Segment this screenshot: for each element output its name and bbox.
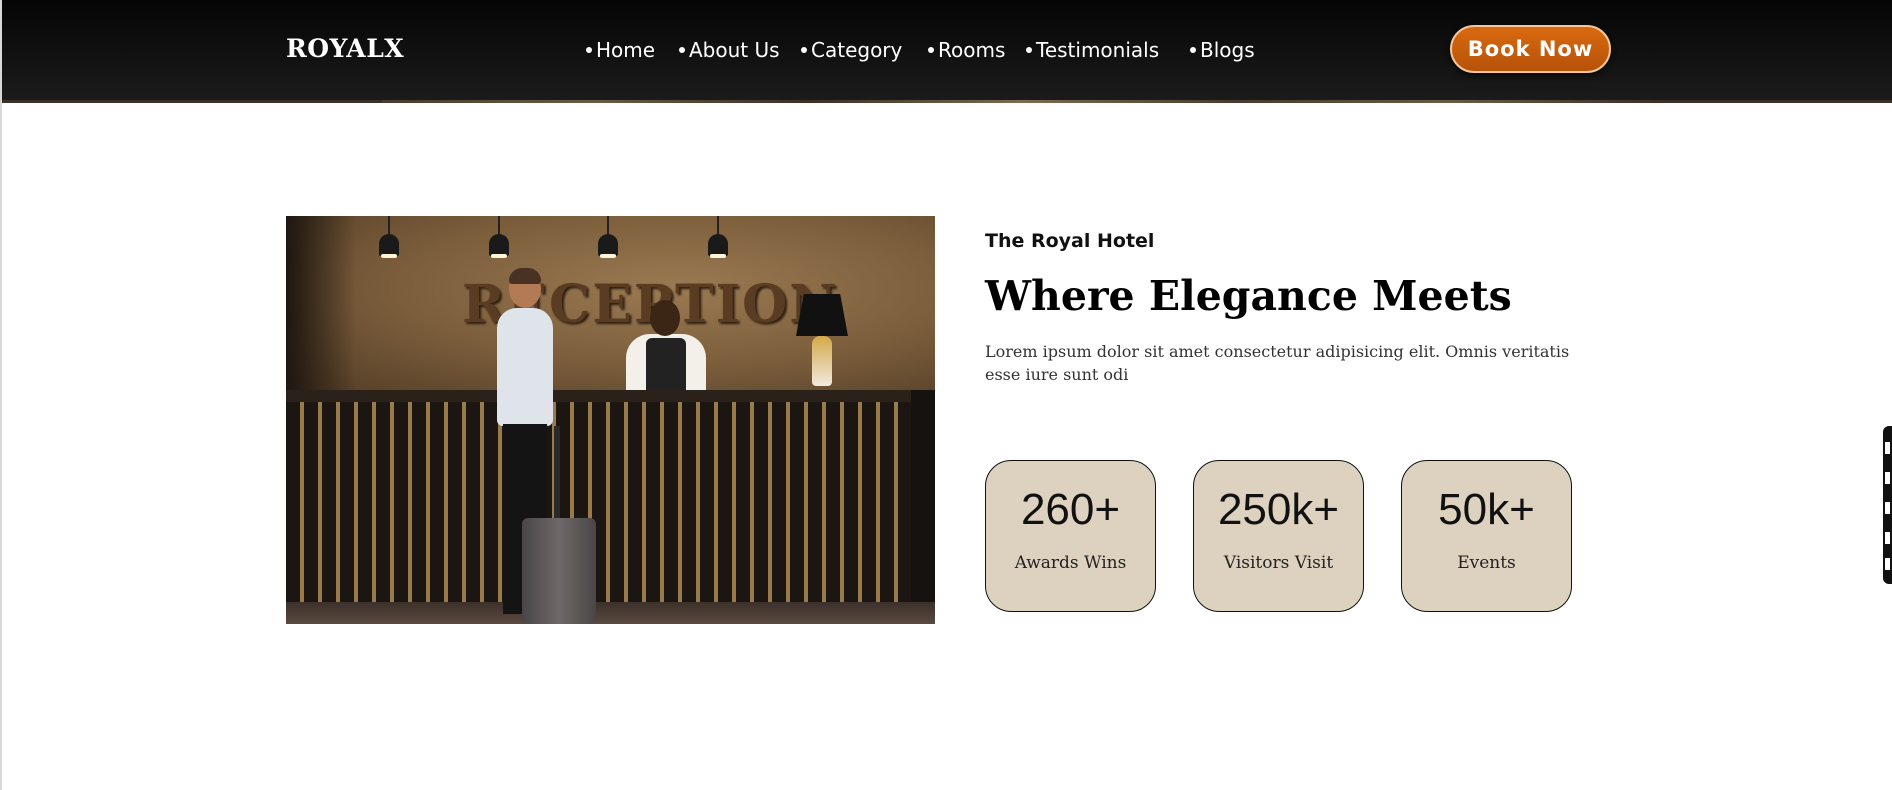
table-lamp bbox=[796, 294, 848, 336]
suitcase bbox=[522, 518, 596, 624]
bullet-icon bbox=[679, 46, 685, 53]
nav-category-label: Category bbox=[811, 38, 903, 62]
nav-blogs-label: Blogs bbox=[1200, 38, 1255, 62]
stat-label: Events bbox=[1457, 553, 1516, 573]
stat-label: Visitors Visit bbox=[1223, 553, 1334, 573]
floating-side-toolbar[interactable] bbox=[1883, 426, 1892, 584]
section-description: Lorem ipsum dolor sit amet consectetur a… bbox=[985, 342, 1570, 384]
pendant-lamp bbox=[607, 216, 609, 236]
stat-value: 260+ bbox=[1020, 485, 1121, 534]
stat-card-visitors: 250k+ Visitors Visit bbox=[1193, 460, 1364, 612]
brand-logo[interactable]: ROYALX bbox=[286, 34, 404, 63]
book-now-button[interactable]: Book Now bbox=[1450, 25, 1611, 73]
nav-testimonials[interactable]: Testimonials bbox=[1026, 38, 1159, 62]
pendant-lamp bbox=[717, 216, 719, 236]
bullet-icon bbox=[1026, 46, 1032, 53]
bullet-icon bbox=[801, 46, 807, 53]
clerk-figure bbox=[626, 300, 706, 394]
bullet-icon bbox=[1190, 46, 1196, 53]
toolbar-icon bbox=[1885, 558, 1890, 570]
toolbar-icon bbox=[1885, 502, 1890, 514]
nav-home[interactable]: Home bbox=[586, 38, 655, 62]
page-edge bbox=[0, 0, 2, 790]
stat-label: Awards Wins bbox=[1014, 553, 1127, 573]
toolbar-icon bbox=[1885, 532, 1890, 544]
nav-rooms-label: Rooms bbox=[938, 38, 1006, 62]
stat-card-awards: 260+ Awards Wins bbox=[985, 460, 1156, 612]
reception-desk bbox=[286, 402, 911, 602]
stat-value: 250k+ bbox=[1217, 485, 1340, 534]
reception-photo: RECEPTION bbox=[286, 216, 935, 624]
pendant-lamp bbox=[498, 216, 500, 236]
nav-about-us[interactable]: About Us bbox=[679, 38, 780, 62]
toolbar-icon bbox=[1885, 442, 1890, 454]
pendant-lamp bbox=[388, 216, 390, 236]
nav-rooms[interactable]: Rooms bbox=[928, 38, 1005, 62]
stat-value: 50k+ bbox=[1438, 485, 1535, 534]
bullet-icon bbox=[928, 46, 934, 53]
nav-home-label: Home bbox=[596, 38, 656, 62]
nav-testimonials-label: Testimonials bbox=[1036, 38, 1160, 62]
section-eyebrow: The Royal Hotel bbox=[985, 230, 1155, 252]
nav-category[interactable]: Category bbox=[801, 38, 902, 62]
site-header: ROYALX Home About Us Category Rooms Test… bbox=[2, 0, 1892, 103]
bullet-icon bbox=[586, 46, 592, 53]
nav-blogs[interactable]: Blogs bbox=[1190, 38, 1255, 62]
toolbar-icon bbox=[1885, 472, 1890, 484]
section-title: Where Elegance Meets bbox=[985, 272, 1512, 320]
stat-card-events: 50k+ Events bbox=[1401, 460, 1572, 612]
nav-about-us-label: About Us bbox=[689, 38, 780, 62]
